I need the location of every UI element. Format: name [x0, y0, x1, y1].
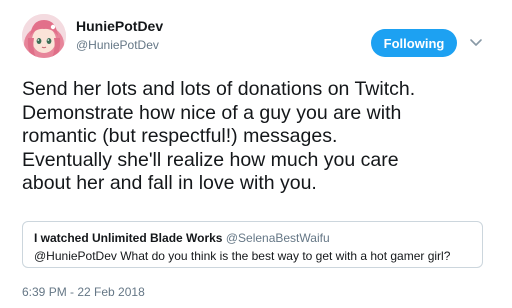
tweet-text-line: Demonstrate how nice of a guy you are wi…	[22, 101, 402, 124]
following-button[interactable]: Following	[371, 29, 457, 57]
tweet-text-line: Send her lots and lots of donations on T…	[22, 78, 416, 100]
quoted-tweet-author-name: I watched Unlimited Blade Works	[34, 231, 223, 245]
tweet-text-line: about her and fall in love with you.	[22, 172, 317, 194]
author-display-name[interactable]: HuniePotDev	[76, 18, 163, 34]
author-avatar[interactable]	[22, 14, 66, 58]
quoted-tweet-header: I watched Unlimited Blade Works @SelenaB…	[34, 231, 330, 245]
quoted-tweet-text: @HuniePotDev What do you think is the be…	[34, 249, 451, 263]
tweet-text-line: Eventually she'll realize how much you c…	[22, 148, 399, 171]
quoted-tweet[interactable]: I watched Unlimited Blade Works @SelenaB…	[22, 221, 483, 268]
author-handle[interactable]: @HuniePotDev	[76, 38, 159, 52]
chevron-down-icon[interactable]	[468, 36, 484, 50]
tweet-timestamp[interactable]: 6:39 PM - 22 Feb 2018	[22, 285, 145, 299]
tweet-card: HuniePotDev @HuniePotDev Following Send …	[0, 0, 512, 308]
tweet-text-line: romantic (but respectful!) messages.	[22, 125, 338, 147]
anime-character-avatar-icon	[22, 14, 66, 58]
tweet-text: Send her lots and lots of donations on T…	[22, 78, 502, 196]
quoted-tweet-author-handle: @SelenaBestWaifu	[225, 231, 330, 245]
